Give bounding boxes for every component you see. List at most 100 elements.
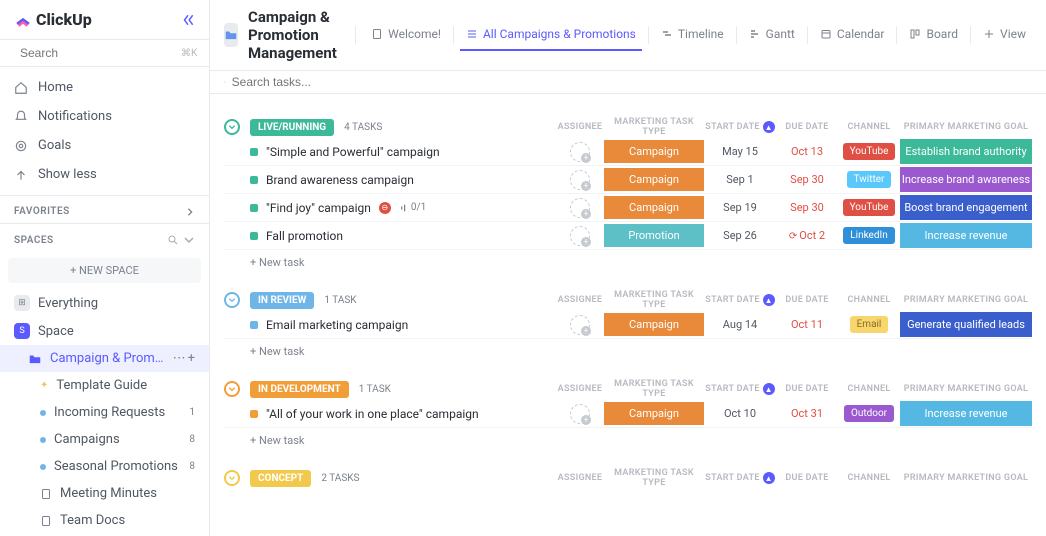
nav-item-home[interactable]: Home <box>0 73 209 102</box>
view-tab[interactable]: Gantt <box>743 19 801 51</box>
assignee-cell[interactable]: + <box>556 142 604 162</box>
sidebar-item-everything[interactable]: ⊞ Everything <box>0 289 209 317</box>
sidebar-search-input[interactable] <box>20 46 175 60</box>
nav-item-showless[interactable]: Show less <box>0 160 209 189</box>
task-row[interactable]: "Find joy" campaign ⊖ 0/1 + Campaign Sep… <box>224 194 1032 222</box>
goal-cell[interactable]: Increase brand awareness <box>900 167 1032 192</box>
start-date[interactable]: Sep 26 <box>704 229 776 242</box>
task-row[interactable]: Brand awareness campaign + Campaign Sep … <box>224 166 1032 194</box>
new-space-button[interactable]: + NEW SPACE <box>8 258 201 283</box>
tasktype-cell[interactable]: Campaign <box>604 313 704 336</box>
new-task-button[interactable]: + New task <box>224 428 1032 447</box>
new-task-button[interactable]: + New task <box>224 250 1032 269</box>
sidebar-list-item[interactable]: Campaigns8 <box>0 426 209 453</box>
channel-cell[interactable]: YouTube <box>838 199 900 216</box>
timeline-icon <box>661 28 673 40</box>
channel-cell[interactable]: Outdoor <box>838 405 900 422</box>
chevron-down-icon[interactable] <box>183 234 195 246</box>
dot-icon <box>40 437 46 443</box>
search-tasks[interactable] <box>224 75 394 89</box>
tasktype-cell[interactable]: Campaign <box>604 402 704 425</box>
tab-label: Board <box>926 27 958 41</box>
status-pill[interactable]: LIVE/RUNNING <box>250 119 334 136</box>
channel-cell[interactable]: Email <box>838 316 900 333</box>
due-date[interactable]: Sep 30 <box>776 173 838 186</box>
task-row[interactable]: Email marketing campaign + Campaign Aug … <box>224 311 1032 339</box>
tasktype-cell[interactable]: Promotion <box>604 224 704 247</box>
sidebar-list-item[interactable]: Incoming Requests1 <box>0 399 209 426</box>
due-date[interactable]: Oct 11 <box>776 318 838 331</box>
tasktype-cell[interactable]: Campaign <box>604 140 704 163</box>
tasktype-cell[interactable]: Campaign <box>604 168 704 191</box>
due-date[interactable]: ⟳Oct 2 <box>776 229 838 242</box>
goal-cell[interactable]: Generate qualified leads <box>900 312 1032 337</box>
sidebar-list-item[interactable]: Team Docs <box>0 507 209 534</box>
assignee-cell[interactable]: + <box>556 404 604 424</box>
view-tab[interactable]: Calendar <box>814 19 891 51</box>
sort-badge-icon: ▲ <box>763 383 775 395</box>
status-pill[interactable]: IN DEVELOPMENT <box>250 381 349 398</box>
sidebar-list-item[interactable]: ✦Template Guide <box>0 372 209 399</box>
add-icon[interactable]: + <box>188 351 195 366</box>
task-list: LIVE/RUNNING 4 TASKS ASSIGNEE MARKETING … <box>210 94 1046 536</box>
goal-cell[interactable]: Increase revenue <box>900 223 1032 248</box>
favorites-header[interactable]: FAVORITES <box>0 196 209 223</box>
col-due: DUE DATE <box>776 384 838 394</box>
sidebar-collapse-icon[interactable] <box>181 13 195 27</box>
goal-cell[interactable]: Boost brand engagement <box>900 195 1032 220</box>
search-tasks-input[interactable] <box>232 75 387 89</box>
status-pill[interactable]: IN REVIEW <box>250 292 314 309</box>
task-row[interactable]: "Simple and Powerful" campaign + Campaig… <box>224 138 1032 166</box>
assignee-cell[interactable]: + <box>556 315 604 335</box>
chevron-down-icon[interactable] <box>393 77 394 87</box>
due-date[interactable]: Oct 13 <box>776 145 838 158</box>
due-date[interactable]: Sep 30 <box>776 201 838 214</box>
view-tab[interactable]: View <box>977 19 1032 51</box>
tab-label: Gantt <box>766 27 795 41</box>
sidebar-list-item[interactable]: Meeting Minutes <box>0 480 209 507</box>
nav-item-notifications[interactable]: Notifications <box>0 102 209 131</box>
status-pill[interactable]: CONCEPT <box>250 470 311 487</box>
assignee-cell[interactable]: + <box>556 170 604 190</box>
assignee-cell[interactable]: + <box>556 198 604 218</box>
tasktype-cell[interactable]: Campaign <box>604 196 704 219</box>
more-icon[interactable]: ⋯ <box>173 351 186 366</box>
start-date[interactable]: Aug 14 <box>704 318 776 331</box>
collapse-group-icon[interactable] <box>224 470 240 486</box>
col-start[interactable]: START DATE▲ <box>704 294 776 306</box>
nav-item-goals[interactable]: Goals <box>0 131 209 160</box>
col-start[interactable]: START DATE▲ <box>704 121 776 133</box>
view-tab[interactable]: Timeline <box>655 19 730 51</box>
due-date[interactable]: Oct 31 <box>776 407 838 420</box>
task-row[interactable]: "All of your work in one place" campaign… <box>224 400 1032 428</box>
view-tab[interactable]: Board <box>903 19 964 51</box>
view-tab[interactable]: Welcome! <box>365 19 447 51</box>
sidebar-search[interactable]: ⌘K <box>0 40 209 67</box>
goal-cell[interactable]: Increase revenue <box>900 401 1032 426</box>
channel-cell[interactable]: Twitter <box>838 171 900 188</box>
assign-avatar-icon: + <box>570 226 590 246</box>
channel-cell[interactable]: YouTube <box>838 143 900 160</box>
space-avatar: S <box>14 323 30 339</box>
collapse-group-icon[interactable] <box>224 119 240 135</box>
search-spaces-icon[interactable] <box>167 234 179 246</box>
channel-cell[interactable]: LinkedIn <box>838 227 900 244</box>
goal-cell[interactable]: Establish brand authority <box>900 139 1032 164</box>
start-date[interactable]: Oct 10 <box>704 407 776 420</box>
col-start[interactable]: START DATE▲ <box>704 383 776 395</box>
task-row[interactable]: Fall promotion + Promotion Sep 26 ⟳Oct 2… <box>224 222 1032 250</box>
start-date[interactable]: Sep 19 <box>704 201 776 214</box>
col-start[interactable]: START DATE▲ <box>704 472 776 484</box>
collapse-group-icon[interactable] <box>224 381 240 397</box>
sidebar-list-item[interactable]: Seasonal Promotions8 <box>0 453 209 480</box>
assignee-cell[interactable]: + <box>556 226 604 246</box>
start-date[interactable]: Sep 1 <box>704 173 776 186</box>
start-date[interactable]: May 15 <box>704 145 776 158</box>
view-tab[interactable]: All Campaigns & Promotions <box>460 19 642 51</box>
app-logo[interactable]: ClickUp <box>14 10 92 29</box>
collapse-group-icon[interactable] <box>224 292 240 308</box>
tree-item-label: Seasonal Promotions <box>54 459 181 474</box>
new-task-button[interactable]: + New task <box>224 339 1032 358</box>
sidebar-item-campaign-folder[interactable]: Campaign & Promotion M… ⋯ + <box>0 345 209 372</box>
sidebar-item-space[interactable]: S Space <box>0 317 209 345</box>
